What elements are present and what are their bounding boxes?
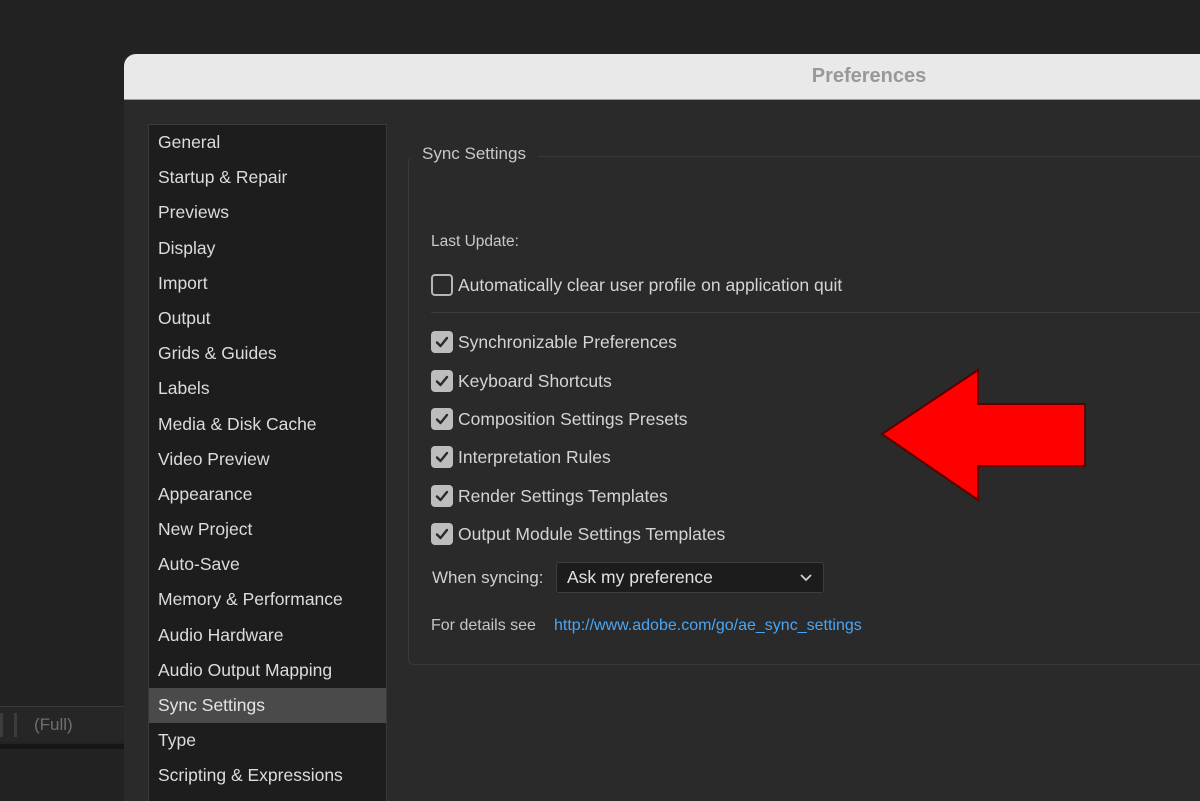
nav-item[interactable]: Sync Settings — [149, 688, 386, 724]
auto-clear-label: Automatically clear user profile on appl… — [458, 274, 843, 295]
resolution-dropdown[interactable]: (Full) — [34, 715, 73, 735]
nav-item[interactable]: Audio Output Mapping — [149, 653, 386, 688]
background-viewer-bar: (Full) — [0, 706, 124, 749]
auto-clear-checkbox[interactable] — [431, 274, 453, 296]
when-syncing-label: When syncing: — [432, 568, 544, 587]
sync-option-label: Render Settings Templates — [458, 485, 668, 506]
chevron-down-icon — [800, 573, 812, 581]
auto-clear-checkbox-row[interactable]: Automatically clear user profile on appl… — [431, 274, 842, 296]
sync-option-label: Composition Settings Presets — [458, 408, 688, 429]
when-syncing-select[interactable]: Ask my preference — [556, 562, 824, 593]
sync-option-row[interactable]: Composition Settings Presets — [431, 408, 688, 430]
preferences-nav: General Startup & Repair Previews Display Im… — [148, 124, 387, 801]
nav-item[interactable]: Scripting & Expressions — [149, 758, 386, 793]
sync-option-label: Output Module Settings Templates — [458, 523, 726, 544]
checkmark-icon — [435, 451, 449, 463]
nav-item[interactable]: Startup & Repair — [149, 160, 386, 195]
sync-option-checkbox[interactable] — [431, 446, 453, 468]
nav-item[interactable]: Audio Hardware — [149, 618, 386, 653]
checkmark-icon — [435, 336, 449, 348]
nav-item[interactable]: Output — [149, 301, 386, 336]
sync-option-label: Synchronizable Preferences — [458, 331, 677, 352]
sync-option-checkbox[interactable] — [431, 370, 453, 392]
sync-option-row[interactable]: Output Module Settings Templates — [431, 523, 725, 545]
details-label: For details see — [431, 617, 536, 634]
sync-option-checkbox[interactable] — [431, 523, 453, 545]
sync-settings-link[interactable]: http://www.adobe.com/go/ae_sync_settings — [554, 617, 862, 635]
nav-item[interactable]: New Project — [149, 512, 386, 547]
bottom-bar — [0, 744, 124, 749]
nav-item[interactable]: Appearance — [149, 477, 386, 512]
sync-option-label: Keyboard Shortcuts — [458, 370, 612, 391]
checkmark-icon — [435, 413, 449, 425]
sync-option-checkbox[interactable] — [431, 331, 453, 353]
when-syncing-value: Ask my preference — [567, 567, 713, 587]
sync-option-row[interactable]: Interpretation Rules — [431, 446, 611, 468]
sync-option-label: Interpretation Rules — [458, 446, 611, 467]
last-update-label: Last Update: — [431, 233, 519, 250]
nav-item[interactable]: Labels — [149, 371, 386, 406]
nav-item[interactable]: Type — [149, 723, 386, 758]
divider — [431, 312, 1200, 313]
sync-option-row[interactable]: Render Settings Templates — [431, 485, 668, 507]
nav-item[interactable]: Previews — [149, 195, 386, 230]
screen: (Full) Preferences General Startup & Repa… — [0, 0, 1200, 801]
divider — [14, 713, 17, 737]
nav-item[interactable]: Import — [149, 266, 386, 301]
divider — [0, 713, 3, 737]
group-title: Sync Settings — [410, 144, 538, 164]
nav-item[interactable]: Media & Disk Cache — [149, 407, 386, 442]
checkmark-icon — [435, 490, 449, 502]
nav-item[interactable]: Memory & Performance — [149, 582, 386, 617]
checkmark-icon — [435, 375, 449, 387]
nav-item[interactable]: Video Preview — [149, 442, 386, 477]
sync-option-checkbox[interactable] — [431, 485, 453, 507]
dialog-title: Preferences — [811, 65, 927, 87]
sync-option-row[interactable]: Synchronizable Preferences — [431, 331, 677, 353]
checkmark-icon — [435, 528, 449, 540]
nav-item[interactable]: Display — [149, 231, 386, 266]
nav-item[interactable]: Grids & Guides — [149, 336, 386, 371]
nav-item[interactable]: General — [149, 125, 386, 160]
sync-option-checkbox[interactable] — [431, 408, 453, 430]
red-arrow-annotation — [880, 368, 1086, 502]
sync-option-row[interactable]: Keyboard Shortcuts — [431, 370, 612, 392]
dialog-titlebar[interactable]: Preferences — [124, 54, 1200, 100]
nav-item[interactable]: Auto-Save — [149, 547, 386, 582]
